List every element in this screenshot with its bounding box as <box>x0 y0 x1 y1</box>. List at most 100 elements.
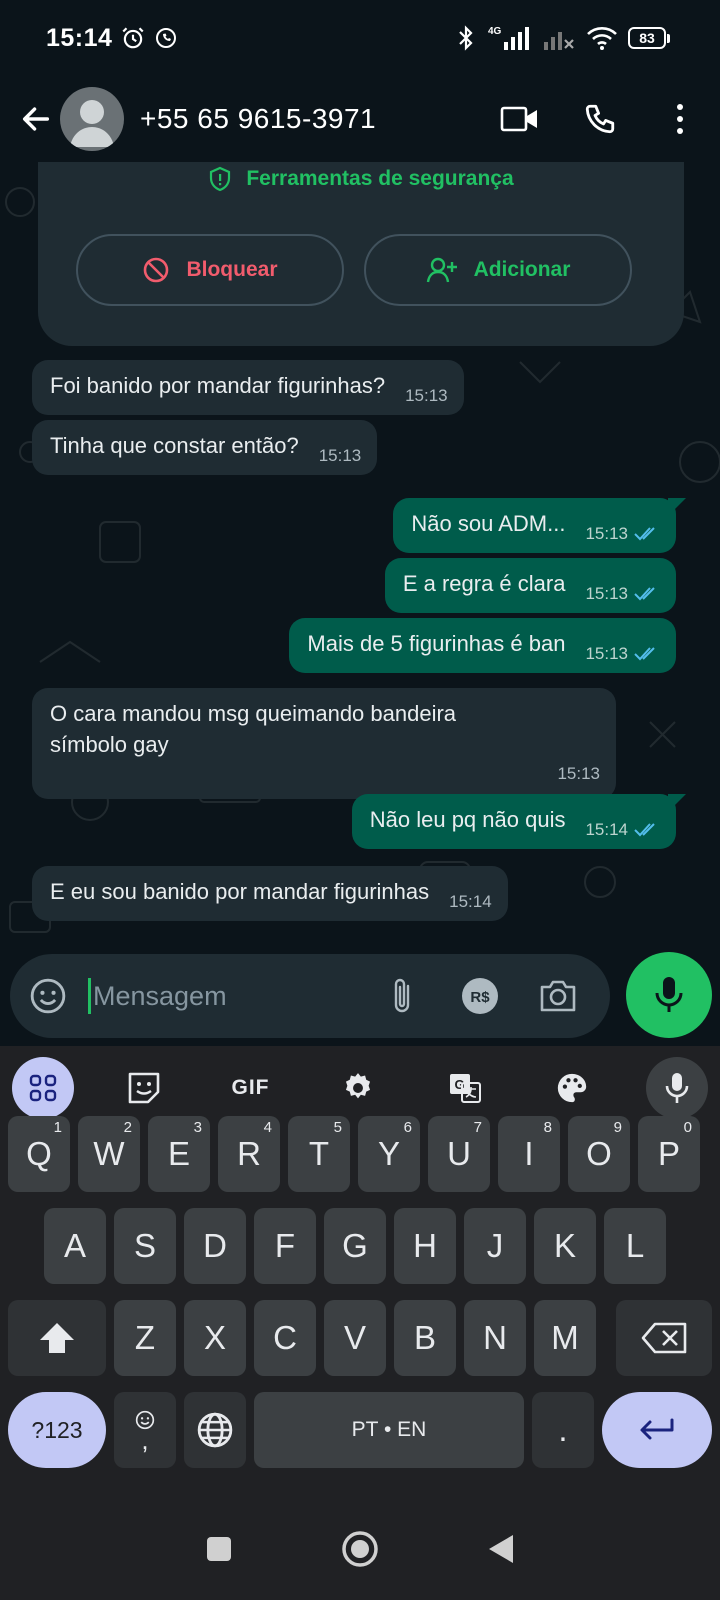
key-s[interactable]: S <box>114 1208 176 1284</box>
system-back-button[interactable] <box>487 1533 515 1570</box>
shift-key[interactable] <box>8 1300 106 1376</box>
key-l[interactable]: L <box>604 1208 666 1284</box>
key-o[interactable]: O9 <box>568 1116 630 1192</box>
shield-icon <box>210 166 231 192</box>
key-t[interactable]: T5 <box>288 1116 350 1192</box>
key-label: Q <box>26 1135 52 1172</box>
keyboard-settings-button[interactable] <box>304 1057 411 1119</box>
chat-header: +55 65 9615-3971 <box>0 76 720 162</box>
message-input[interactable] <box>93 980 363 1012</box>
security-tools-title: Ferramentas de segurança <box>246 167 514 190</box>
key-w[interactable]: W2 <box>78 1116 140 1192</box>
add-contact-label: Adicionar <box>473 258 571 281</box>
language-key[interactable] <box>184 1392 246 1468</box>
payment-button[interactable]: R$ <box>441 976 519 1016</box>
currency-icon: R$ <box>462 978 498 1014</box>
key-number-hint: 0 <box>683 1119 692 1136</box>
key-label: O <box>586 1135 612 1172</box>
key-f[interactable]: F <box>254 1208 316 1284</box>
gear-icon <box>345 1073 370 1099</box>
emoji-button[interactable] <box>12 977 84 1015</box>
message-incoming[interactable]: O cara mandou msg queimando bandeira sím… <box>32 688 616 799</box>
message-incoming[interactable]: E eu sou banido por mandar figurinhas 15:… <box>32 866 508 921</box>
home-button[interactable] <box>341 1530 379 1573</box>
key-y[interactable]: Y6 <box>358 1116 420 1192</box>
key-j[interactable]: J <box>464 1208 526 1284</box>
message-time: 15:14 <box>449 892 492 911</box>
message-outgoing[interactable]: Não leu pq não quis 15:14 <box>351 794 686 849</box>
key-c[interactable]: C <box>254 1300 316 1376</box>
key-number-hint: 1 <box>53 1119 62 1136</box>
contact-name[interactable]: +55 65 9615-3971 <box>140 103 376 135</box>
add-person-icon <box>426 257 457 283</box>
double-check-icon <box>634 586 655 600</box>
key-number-hint: 5 <box>333 1119 342 1136</box>
key-p[interactable]: P0 <box>638 1116 700 1192</box>
key-number-hint: 2 <box>123 1119 132 1136</box>
symbols-key[interactable]: ?123 <box>8 1392 106 1468</box>
recents-button[interactable] <box>205 1535 233 1568</box>
key-number-hint: 3 <box>193 1119 202 1136</box>
message-outgoing[interactable]: Não sou ADM... 15:13 <box>393 498 686 553</box>
key-a[interactable]: A <box>44 1208 106 1284</box>
block-button[interactable]: Bloquear <box>76 234 344 306</box>
translate-button[interactable]: G <box>411 1057 518 1119</box>
key-q[interactable]: Q1 <box>8 1116 70 1192</box>
sticker-button[interactable] <box>90 1057 197 1119</box>
key-number-hint: 6 <box>403 1119 412 1136</box>
add-contact-button[interactable]: Adicionar <box>364 234 632 306</box>
more-options-button[interactable] <box>640 89 720 149</box>
recents-square-icon <box>207 1536 231 1561</box>
key-h[interactable]: H <box>394 1208 456 1284</box>
key-k[interactable]: K <box>534 1208 596 1284</box>
wifi-icon <box>587 27 617 50</box>
theme-button[interactable] <box>518 1057 625 1119</box>
key-m[interactable]: M <box>534 1300 596 1376</box>
voice-call-button[interactable] <box>560 89 640 149</box>
key-n[interactable]: N <box>464 1300 526 1376</box>
whatsapp-chat-screen: 15:14 4G 83 +55 65 9615-3971 Ferramentas… <box>0 0 720 1600</box>
message-incoming[interactable]: Foi banido por mandar figurinhas? 15:13 <box>32 360 464 415</box>
gif-button[interactable]: GIF <box>197 1057 304 1119</box>
message-time: 15:13 <box>557 764 600 783</box>
attach-icon <box>394 978 410 1013</box>
voice-record-button[interactable] <box>626 952 712 1038</box>
avatar[interactable] <box>60 87 124 151</box>
message-input-container: R$ <box>10 954 610 1038</box>
key-i[interactable]: I8 <box>498 1116 560 1192</box>
backspace-key[interactable] <box>616 1300 712 1376</box>
voice-typing-button[interactable] <box>646 1057 708 1119</box>
key-number-hint: 4 <box>263 1119 272 1136</box>
key-g[interactable]: G <box>324 1208 386 1284</box>
text-cursor <box>88 978 91 1014</box>
attach-button[interactable] <box>363 976 441 1016</box>
comma-emoji-key[interactable]: , <box>114 1392 176 1468</box>
key-x[interactable]: X <box>184 1300 246 1376</box>
key-r[interactable]: R4 <box>218 1116 280 1192</box>
keyboard-apps-button[interactable] <box>12 1057 74 1119</box>
security-tools-link[interactable]: Ferramentas de segurança <box>38 166 684 192</box>
space-key[interactable]: PT • EN <box>254 1392 524 1468</box>
key-v[interactable]: V <box>324 1300 386 1376</box>
bluetooth-icon <box>459 25 473 51</box>
message-incoming[interactable]: Tinha que constar então? 15:13 <box>32 420 378 475</box>
message-outgoing[interactable]: Mais de 5 figurinhas é ban 15:13 <box>289 618 676 673</box>
status-bar: 15:14 4G 83 <box>0 0 720 76</box>
whatsapp-notification-icon <box>156 28 177 48</box>
key-b[interactable]: B <box>394 1300 456 1376</box>
key-z[interactable]: Z <box>114 1300 176 1376</box>
key-e[interactable]: E3 <box>148 1116 210 1192</box>
key-u[interactable]: U7 <box>428 1116 490 1192</box>
message-list[interactable]: Ferramentas de segurança Bloquear Adicio… <box>0 162 720 952</box>
key-number-hint: 7 <box>473 1119 482 1136</box>
camera-button[interactable] <box>519 978 597 1014</box>
period-key[interactable]: . <box>532 1392 594 1468</box>
back-button[interactable] <box>8 89 64 149</box>
mic-icon <box>665 1073 689 1103</box>
message-outgoing[interactable]: E a regra é clara 15:13 <box>384 558 676 613</box>
key-d[interactable]: D <box>184 1208 246 1284</box>
video-call-button[interactable] <box>480 89 560 149</box>
message-text: Foi banido por mandar figurinhas? <box>50 373 386 398</box>
message-text: E eu sou banido por mandar figurinhas <box>50 879 430 904</box>
enter-key[interactable] <box>602 1392 712 1468</box>
